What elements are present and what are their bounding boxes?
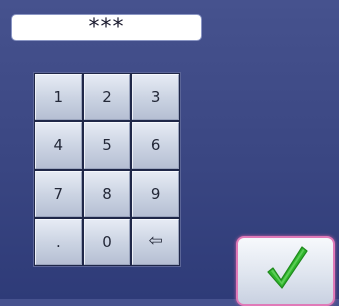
key-6[interactable]: 6 — [132, 122, 179, 169]
pin-display-field[interactable]: *** — [11, 14, 202, 41]
key-5[interactable]: 5 — [83, 122, 131, 169]
confirm-button[interactable] — [236, 236, 335, 306]
key-1[interactable]: 1 — [35, 74, 82, 121]
key-3[interactable]: 3 — [132, 74, 179, 121]
pin-entry-screen: *** 1 2 3 4 5 6 7 8 9 . 0 ⇦ — [0, 0, 339, 306]
backspace-key[interactable]: ⇦ — [132, 218, 179, 265]
key-0[interactable]: 0 — [83, 218, 131, 265]
numeric-keypad: 1 2 3 4 5 6 7 8 9 . 0 ⇦ — [33, 72, 181, 267]
checkmark-icon — [266, 246, 308, 289]
key-8[interactable]: 8 — [83, 170, 131, 217]
key-decimal-point[interactable]: . — [35, 218, 82, 265]
key-4[interactable]: 4 — [35, 122, 82, 169]
key-2[interactable]: 2 — [83, 74, 131, 121]
key-7[interactable]: 7 — [35, 170, 82, 217]
backspace-arrow-icon: ⇦ — [148, 231, 163, 252]
key-9[interactable]: 9 — [132, 170, 179, 217]
